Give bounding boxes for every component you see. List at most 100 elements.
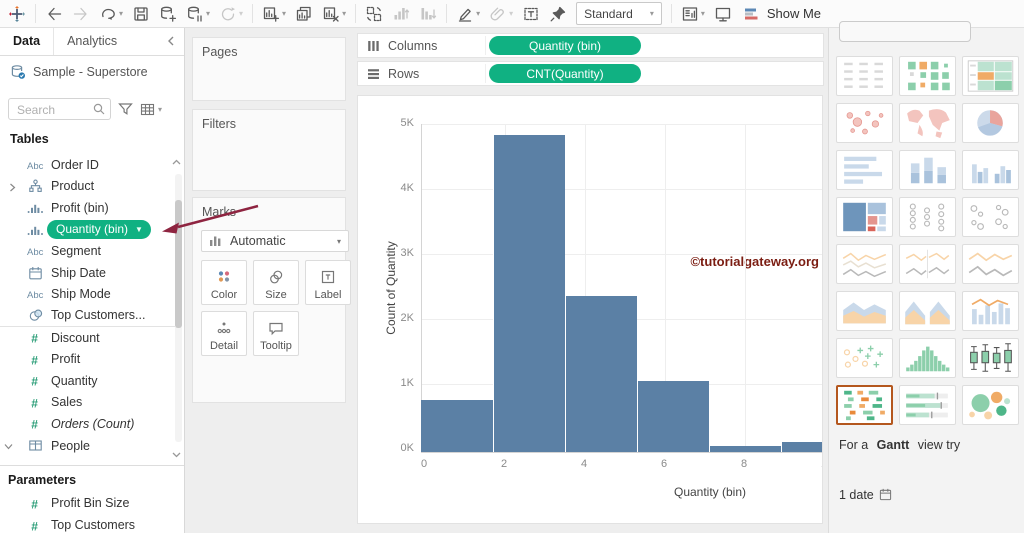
field-profit[interactable]: # Profit: [0, 348, 175, 370]
field-ship-mode[interactable]: Abc Ship Mode: [0, 284, 175, 306]
showme-histogram[interactable]: [899, 338, 956, 378]
columns-shelf[interactable]: Columns Quantity (bin): [357, 33, 824, 58]
showme-horizontal-bars[interactable]: [836, 150, 893, 190]
duplicate-button[interactable]: [295, 5, 313, 23]
collapse-pane-icon[interactable]: [158, 28, 184, 55]
mark-type-dropdown[interactable]: Automatic ▾: [201, 230, 349, 252]
show-mark-labels-button[interactable]: [522, 5, 540, 23]
run-auto-updates-button[interactable]: ▾: [219, 5, 243, 23]
showme-treemaps[interactable]: [836, 197, 893, 237]
showme-text-tables[interactable]: [836, 56, 893, 96]
field-people[interactable]: People: [0, 435, 175, 457]
back-icon: [45, 5, 63, 23]
view-options-icon[interactable]: ▾: [140, 103, 162, 116]
field-quantity-bin[interactable]: Quantity (bin) ▼: [0, 219, 175, 241]
field-orders-count[interactable]: # Orders (Count): [0, 413, 175, 435]
label-button[interactable]: Label: [305, 260, 351, 305]
pill-quantity-bin[interactable]: Quantity (bin): [489, 36, 641, 55]
field-pill[interactable]: Quantity (bin) ▼: [47, 220, 151, 240]
show-me-button[interactable]: Show Me: [743, 6, 821, 22]
size-button[interactable]: Size: [253, 260, 299, 305]
showme-dual-lines[interactable]: [962, 244, 1019, 284]
tab-data[interactable]: Data: [0, 28, 55, 55]
tab-analytics[interactable]: Analytics: [54, 28, 130, 55]
showme-side-by-side-circles[interactable]: [962, 197, 1019, 237]
showme-pie-charts[interactable]: [962, 103, 1019, 143]
color-button[interactable]: Color: [201, 260, 247, 305]
search-input[interactable]: [15, 101, 95, 119]
swap-rows-columns-button[interactable]: [365, 5, 383, 23]
showme-scatter-plots[interactable]: [836, 338, 893, 378]
replay-button[interactable]: ▾: [99, 5, 123, 23]
field-top-customers[interactable]: Top Customers...: [0, 305, 175, 327]
pill-cnt-quantity[interactable]: CNT(Quantity): [489, 64, 641, 83]
scroll-up-icon[interactable]: [172, 159, 181, 165]
field-profit-bin[interactable]: Profit (bin): [0, 197, 175, 219]
tooltip-button[interactable]: Tooltip: [253, 311, 299, 356]
showme-filled-maps[interactable]: [899, 103, 956, 143]
presentation-mode-button[interactable]: [714, 5, 732, 23]
pages-shelf[interactable]: Pages: [192, 37, 346, 101]
highlight-button[interactable]: ▾: [456, 5, 480, 23]
showme-stacked-bars[interactable]: [899, 150, 956, 190]
scroll-down-icon[interactable]: [172, 452, 181, 458]
parameter-profit-bin-size[interactable]: # Profit Bin Size: [0, 492, 184, 514]
histogram-bar[interactable]: [637, 380, 709, 452]
showme-area-charts-discrete[interactable]: [899, 291, 956, 331]
undo-button[interactable]: [45, 5, 63, 23]
rows-shelf[interactable]: Rows CNT(Quantity): [357, 61, 824, 86]
scrollbar-thumb[interactable]: [175, 200, 182, 328]
showme-area-charts-continuous[interactable]: [836, 291, 893, 331]
field-segment[interactable]: Abc Segment: [0, 240, 175, 262]
new-worksheet-button[interactable]: ▾: [262, 5, 286, 23]
sort-descending-button[interactable]: [419, 5, 437, 23]
showme-lines-continuous[interactable]: [836, 244, 893, 284]
tableau-logo[interactable]: [8, 5, 26, 23]
field-sales[interactable]: # Sales: [0, 392, 175, 414]
show-me-panel-edge: [839, 21, 971, 42]
showme-box-and-whisker[interactable]: [962, 338, 1019, 378]
showme-symbol-maps[interactable]: [836, 103, 893, 143]
showme-dual-combination[interactable]: [962, 291, 1019, 331]
expander-right-icon[interactable]: [9, 183, 16, 192]
pane-tabs: Data Analytics: [0, 28, 184, 56]
y-tick-label: 4K: [400, 182, 414, 194]
clear-sheet-button[interactable]: ▾: [322, 5, 346, 23]
fields-scrollbar[interactable]: [175, 174, 182, 442]
field-discount[interactable]: # Discount: [0, 327, 175, 349]
fit-select[interactable]: Standard ▾: [576, 2, 662, 25]
fix-axes-button[interactable]: [549, 5, 567, 23]
field-product[interactable]: Product: [0, 176, 175, 198]
field-ship-date[interactable]: Ship Date: [0, 262, 175, 284]
show-hide-cards-button[interactable]: ▾: [681, 5, 705, 23]
histogram-bar[interactable]: [565, 296, 637, 452]
showme-gantt[interactable]: [836, 385, 893, 425]
histogram-bar[interactable]: [421, 400, 493, 452]
filter-fields-icon[interactable]: [118, 102, 133, 116]
sort-ascending-button[interactable]: [392, 5, 410, 23]
parameter-top-customers[interactable]: # Top Customers: [0, 514, 184, 533]
group-members-button[interactable]: ▾: [489, 5, 513, 23]
showme-packed-bubbles[interactable]: [962, 385, 1019, 425]
columns-label: Columns: [388, 38, 438, 53]
showme-circle-views[interactable]: [899, 197, 956, 237]
showme-lines-discrete[interactable]: [899, 244, 956, 284]
field-quantity[interactable]: # Quantity: [0, 370, 175, 392]
showme-side-by-side-bars[interactable]: [962, 150, 1019, 190]
histogram-bar[interactable]: [493, 134, 565, 452]
search-icon: [92, 102, 106, 116]
showme-highlight-tables[interactable]: [962, 56, 1019, 96]
histogram-bar[interactable]: [709, 445, 781, 452]
pause-auto-updates-button[interactable]: ▾: [186, 5, 210, 23]
histogram-bar[interactable]: [781, 441, 822, 452]
expander-down-icon[interactable]: [4, 443, 13, 450]
save-button[interactable]: [132, 5, 150, 23]
new-data-source-button[interactable]: [159, 5, 177, 23]
detail-button[interactable]: Detail: [201, 311, 247, 356]
datasource-row[interactable]: Sample - Superstore: [10, 61, 180, 83]
showme-bullet-graphs[interactable]: [899, 385, 956, 425]
redo-button[interactable]: [72, 5, 90, 23]
field-order-id[interactable]: Abc Order ID: [0, 154, 175, 176]
filters-shelf[interactable]: Filters: [192, 109, 346, 191]
showme-heat-maps[interactable]: [899, 56, 956, 96]
